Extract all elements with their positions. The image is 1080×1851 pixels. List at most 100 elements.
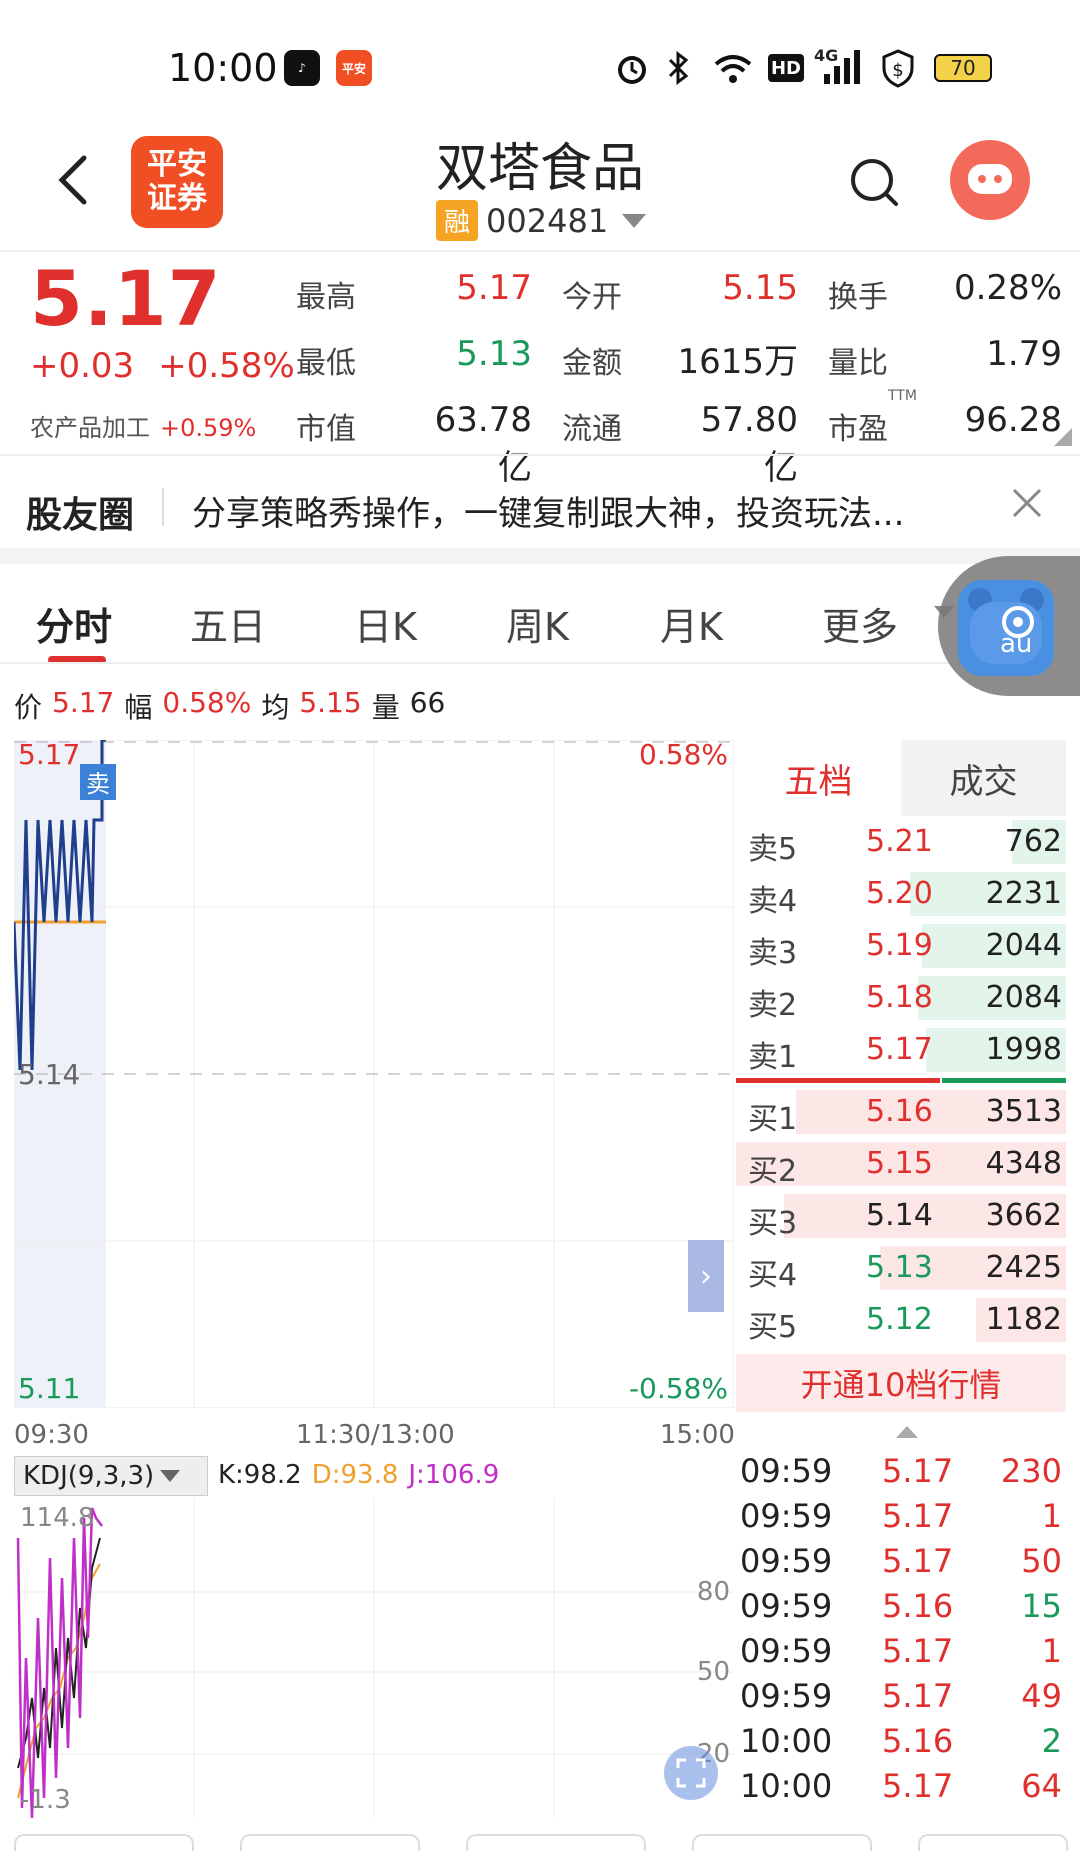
bluetooth-icon — [668, 51, 689, 85]
field-label-low: 最低 — [296, 346, 356, 381]
bid-row: 买1 5.16 3513 — [736, 1086, 1066, 1138]
tabs-divider — [0, 662, 1080, 664]
assistant-avatar-icon[interactable] — [950, 140, 1030, 220]
pingan-notify-icon: 平安 — [336, 50, 372, 86]
stock-code-selector[interactable]: 融 002481 — [436, 200, 647, 241]
fullscreen-icon[interactable] — [664, 1746, 718, 1800]
kdj-top-label: 114.8 — [20, 1503, 94, 1533]
tab-monthly-k[interactable]: 月K — [660, 596, 723, 651]
y-label-top: 5.17 — [18, 740, 80, 771]
status-time: 10:00 — [168, 46, 278, 90]
y-label-bottom: 5.11 — [18, 1372, 80, 1405]
field-pe-ttm: TTM — [888, 388, 917, 404]
indicator-selector[interactable]: KDJ(9,3,3) — [14, 1456, 208, 1496]
bottom-button-1[interactable] — [14, 1834, 194, 1851]
info-vol-label: 量 — [371, 691, 400, 724]
y-label-mid: 5.14 — [18, 1058, 80, 1091]
bid-row: 买2 5.15 4348 — [736, 1138, 1066, 1190]
bottom-action-bar — [0, 1834, 1080, 1851]
tick-row: 09:59 5.17 49 — [740, 1677, 1062, 1715]
wifi-icon — [714, 55, 752, 83]
info-avg: 5.15 — [299, 686, 362, 719]
hd-icon: HD — [768, 54, 804, 82]
info-amp-label: 幅 — [124, 691, 153, 724]
price-change: +0.03 +0.58% — [30, 346, 295, 386]
field-label-open: 今开 — [562, 280, 622, 315]
field-value-amount: 1615万 — [677, 342, 798, 382]
alarm-icon — [618, 56, 646, 84]
field-value-high: 5.17 — [456, 268, 532, 308]
field-label-float-cap: 流通 — [562, 412, 622, 447]
field-value-open: 5.15 — [722, 268, 798, 308]
field-label-amount: 金额 — [562, 346, 622, 381]
sector-change: +0.59% — [160, 414, 257, 442]
tick-row: 09:59 5.17 50 — [740, 1542, 1062, 1580]
section-gap — [0, 548, 1080, 564]
tiktok-icon: ♪ — [284, 50, 320, 86]
svg-text:au: au — [1000, 629, 1032, 659]
tab-five-levels[interactable]: 五档 — [736, 740, 901, 816]
community-banner-text[interactable]: 分享策略秀操作，一键复制跟大神，投资玩法... — [192, 486, 904, 535]
tick-row: 09:59 5.17 1 — [740, 1497, 1062, 1535]
bottom-button-4[interactable] — [692, 1834, 872, 1851]
field-value-pe: 96.28 — [964, 400, 1062, 440]
tab-daily-k[interactable]: 日K — [354, 596, 417, 651]
community-title[interactable]: 股友圈 — [26, 486, 134, 538]
chevron-up-icon[interactable] — [894, 1422, 920, 1440]
change-percent: +0.58% — [158, 346, 295, 386]
battery-icon: 70 — [934, 54, 992, 82]
tab-weekly-k[interactable]: 周K — [506, 596, 569, 651]
field-label-high: 最高 — [296, 280, 356, 315]
kdj-j: J:106.9 — [408, 1460, 500, 1490]
bid-row: 买5 5.12 1182 — [736, 1294, 1066, 1346]
field-value-float-cap: 57.80亿 — [700, 400, 798, 488]
chevron-right-icon[interactable]: › — [688, 1240, 724, 1312]
field-value-low: 5.13 — [456, 334, 532, 374]
shield-icon: $ — [882, 49, 914, 88]
sector-info[interactable]: 农产品加工 +0.59% — [30, 408, 256, 443]
expand-corner-icon[interactable] — [1054, 428, 1072, 446]
crosshair-info: 价 5.17 幅 0.58% 均 5.15 量 66 — [14, 686, 445, 726]
kdj-chart[interactable]: 114.8 -1.3 80 50 20 — [14, 1498, 734, 1818]
indicator-name: KDJ(9,3,3) — [23, 1461, 155, 1491]
ask-row: 卖4 5.20 2231 — [736, 868, 1066, 920]
info-price-label: 价 — [14, 691, 43, 724]
bid-row: 买4 5.13 2425 — [736, 1242, 1066, 1294]
signal-icon — [824, 50, 860, 84]
kdj-line-50: 50 — [697, 1657, 730, 1687]
tab-more[interactable]: 更多 — [822, 596, 898, 651]
tab-five-day[interactable]: 五日 — [190, 596, 266, 651]
bottom-button-2[interactable] — [240, 1834, 420, 1851]
field-label-turnover: 换手 — [828, 280, 888, 315]
kdj-line-80: 80 — [697, 1577, 730, 1607]
open-level10-button[interactable]: 开通10档行情 — [736, 1354, 1066, 1412]
close-icon[interactable] — [1008, 484, 1046, 522]
bottom-button-3[interactable] — [466, 1834, 646, 1851]
field-value-market-cap: 63.78亿 — [434, 400, 532, 488]
time-label-mid: 11:30/13:00 — [296, 1420, 455, 1450]
order-book-tabs: 五档 成交 — [736, 740, 1066, 816]
bid-row: 买3 5.14 3662 — [736, 1190, 1066, 1242]
ask-strength-bar — [942, 1078, 1066, 1083]
margin-badge: 融 — [436, 200, 479, 241]
indicator-chevron-icon — [160, 1470, 181, 1482]
svg-text:$: $ — [892, 60, 903, 81]
tab-trades[interactable]: 成交 — [901, 740, 1066, 816]
search-icon[interactable] — [848, 156, 900, 208]
battery-level: 70 — [950, 56, 976, 80]
pct-label-bottom: -0.58% — [629, 1372, 728, 1405]
pct-label-top: 0.58% — [639, 740, 728, 771]
bear-assistant-icon[interactable]: au — [958, 580, 1054, 676]
stock-code: 002481 — [486, 201, 609, 240]
tick-row: 09:59 5.17 230 — [740, 1452, 1062, 1490]
time-label-close: 15:00 — [660, 1420, 735, 1450]
kdj-values: K:98.2 D:93.8 J:106.9 — [218, 1460, 499, 1490]
ask-row: 卖3 5.19 2044 — [736, 920, 1066, 972]
intraday-chart[interactable]: 卖 5.17 5.14 5.11 0.58% -0.58% — [14, 740, 734, 1408]
tick-row: 10:00 5.17 64 — [740, 1767, 1062, 1805]
quote-divider — [0, 454, 1080, 456]
bottom-button-5[interactable] — [918, 1834, 1068, 1851]
sell-marker: 卖 — [86, 770, 110, 798]
tab-intraday[interactable]: 分时 — [36, 596, 112, 651]
field-value-turnover: 0.28% — [953, 268, 1062, 308]
